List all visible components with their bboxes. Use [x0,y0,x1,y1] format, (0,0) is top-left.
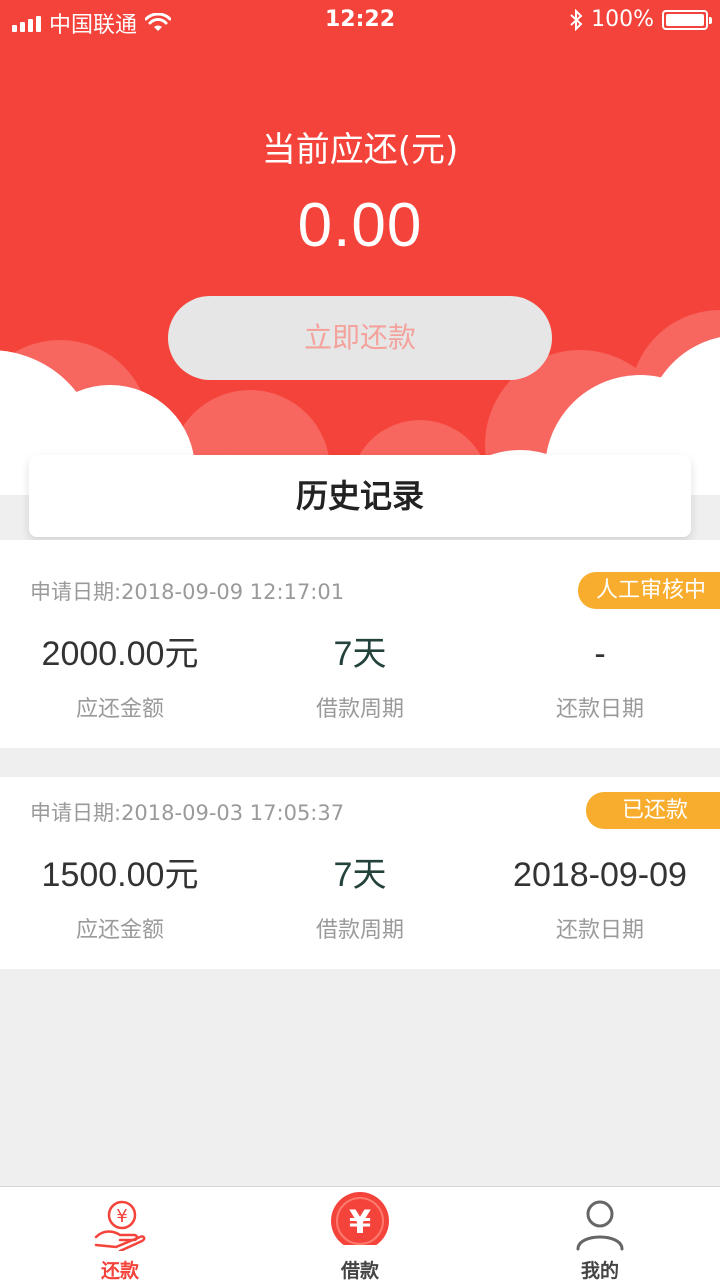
status-bar: 中国联通 12:22 100% [0,0,720,40]
user-icon [576,1200,624,1251]
repay-date: 2018-09-09 [513,856,687,894]
current-due-amount: 0.00 [297,191,423,260]
tab-mine[interactable]: 我的 [480,1187,720,1280]
loan-period-label: 借款周期 [315,697,404,722]
tab-repay[interactable]: ¥ 还款 [0,1187,240,1280]
yen-circle-icon: ¥ [331,1192,389,1245]
repay-date: - [594,635,606,673]
repay-date-label: 还款日期 [555,697,644,722]
battery-icon [662,9,712,30]
due-amount-label: 应还金额 [75,697,164,722]
apply-date: 申请日期:2018-09-09 12:17:01 [30,580,345,604]
current-due-title: 当前应还(元) [261,130,459,170]
app-screen: 中国联通 12:22 100% 当前应还(元) 0.00 立即还款 历史记录 申… [0,0,720,1280]
loan-period: 7天 [333,856,387,894]
repay-header: 中国联通 12:22 100% 当前应还(元) 0.00 立即还款 [0,0,720,495]
tab-bar: ¥ 还款 ¥ 借款 我的 [0,1186,720,1280]
due-amount: 2000.00元 [41,635,199,673]
tab-repay-label: 还款 [100,1260,139,1280]
due-amount-label: 应还金额 [75,918,164,943]
record-item[interactable]: 申请日期:2018-09-03 17:05:37 已还款 1500.00元 应还… [0,777,720,969]
record-list: 申请日期:2018-09-09 12:17:01 人工审核中 2000.00元 … [0,540,720,969]
due-amount: 1500.00元 [41,856,199,894]
loan-period-label: 借款周期 [315,918,404,943]
svg-text:¥: ¥ [116,1206,127,1227]
status-badge: 人工审核中 [577,572,720,609]
svg-text:¥: ¥ [349,1203,371,1241]
repay-date-label: 还款日期 [555,918,644,943]
tab-mine-label: 我的 [580,1260,619,1280]
record-item[interactable]: 申请日期:2018-09-09 12:17:01 人工审核中 2000.00元 … [0,540,720,748]
tab-borrow[interactable]: ¥ 借款 [240,1187,480,1280]
repay-now-button[interactable]: 立即还款 [168,296,552,380]
tab-borrow-label: 借款 [340,1260,379,1280]
hand-yen-icon: ¥ [94,1200,146,1251]
loan-period: 7天 [333,635,387,673]
battery-percent: 100% [591,7,654,32]
bluetooth-icon [570,8,583,31]
apply-date: 申请日期:2018-09-03 17:05:37 [30,801,345,825]
status-badge: 已还款 [586,792,720,829]
history-title: 历史记录 [29,455,691,537]
